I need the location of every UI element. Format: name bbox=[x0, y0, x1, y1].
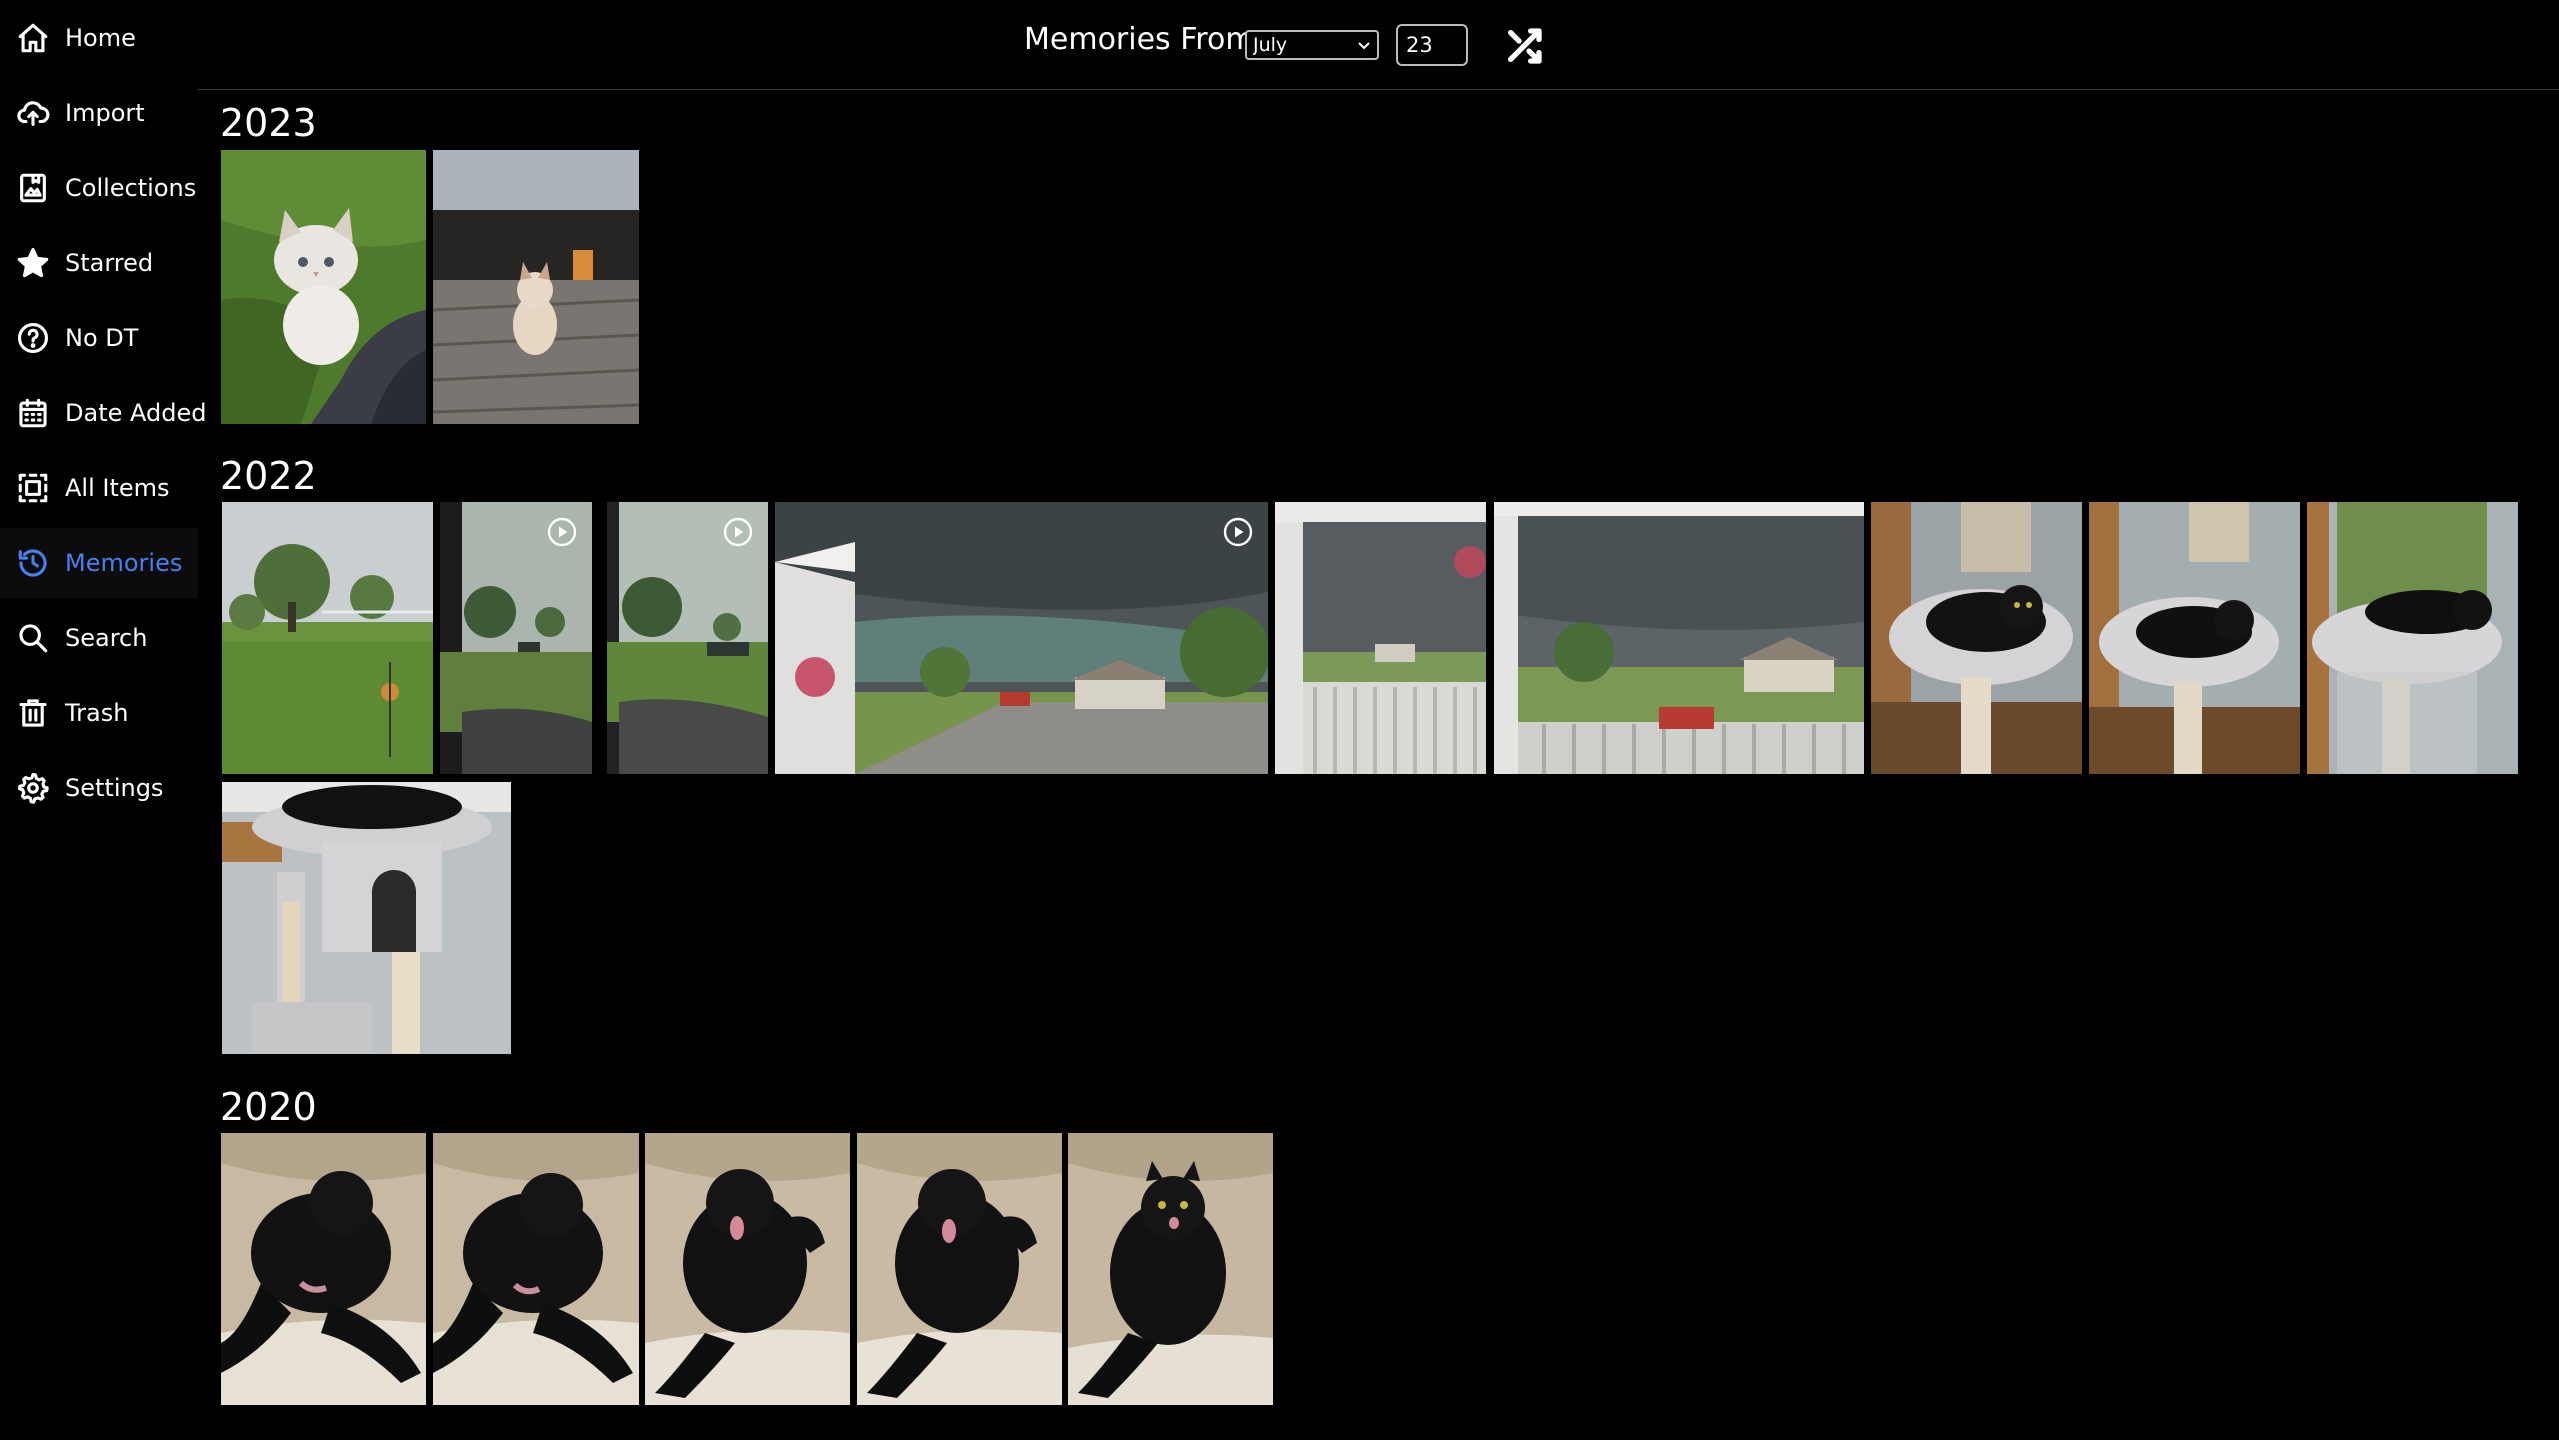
sidebar-item-collections[interactable]: Collections bbox=[0, 153, 198, 223]
sidebar-item-memories[interactable]: Memories bbox=[0, 528, 198, 598]
sidebar-item-starred[interactable]: Starred bbox=[0, 228, 198, 298]
calendar-icon bbox=[16, 396, 50, 430]
photo-thumbnail[interactable] bbox=[433, 1133, 639, 1405]
photo-thumbnail[interactable] bbox=[1871, 502, 2082, 774]
sidebar-item-label: Collections bbox=[65, 174, 197, 202]
sidebar-item-label: Trash bbox=[65, 699, 129, 727]
sidebar-item-label: Starred bbox=[65, 249, 154, 277]
sidebar-item-settings[interactable]: Settings bbox=[0, 753, 198, 823]
album-icon bbox=[16, 171, 50, 205]
sidebar-item-label: Import bbox=[65, 99, 145, 127]
sidebar-item-no-dt[interactable]: No DT bbox=[0, 303, 198, 373]
sidebar-item-date-added[interactable]: Date Added bbox=[0, 378, 206, 448]
photo-thumbnail[interactable] bbox=[221, 1133, 426, 1405]
video-thumbnail[interactable] bbox=[775, 502, 1268, 774]
search-icon bbox=[16, 621, 50, 655]
photo-thumbnail[interactable] bbox=[221, 150, 426, 424]
shuffle-button[interactable] bbox=[1504, 26, 1544, 66]
play-icon bbox=[722, 516, 754, 548]
sidebar-item-label: Settings bbox=[65, 774, 164, 802]
sidebar-item-label: Date Added bbox=[65, 399, 207, 427]
question-circle-icon bbox=[16, 321, 50, 355]
photo-thumbnail[interactable] bbox=[2307, 502, 2518, 774]
photo-thumbnail[interactable] bbox=[857, 1133, 1062, 1405]
history-icon bbox=[16, 546, 50, 580]
play-icon bbox=[1222, 516, 1254, 548]
video-thumbnail[interactable] bbox=[607, 502, 768, 774]
sidebar-item-trash[interactable]: Trash bbox=[0, 678, 198, 748]
sidebar-item-all-items[interactable]: All Items bbox=[0, 453, 198, 523]
trash-icon bbox=[16, 696, 50, 730]
photo-thumbnail[interactable] bbox=[433, 150, 639, 424]
sidebar-item-label: Search bbox=[65, 624, 148, 652]
shuffle-icon bbox=[1508, 28, 1542, 64]
grid-icon bbox=[16, 471, 50, 505]
sidebar-item-label: Home bbox=[65, 24, 136, 52]
day-input[interactable] bbox=[1396, 24, 1468, 66]
month-select[interactable]: July bbox=[1245, 30, 1379, 60]
photo-thumbnail[interactable] bbox=[222, 782, 511, 1054]
sidebar-item-label: No DT bbox=[65, 324, 139, 352]
photo-thumbnail[interactable] bbox=[645, 1133, 850, 1405]
star-icon bbox=[16, 246, 50, 280]
photo-thumbnail[interactable] bbox=[1275, 502, 1486, 774]
header-bar: Memories From July bbox=[198, 0, 2559, 90]
cloud-upload-icon bbox=[16, 96, 50, 130]
photo-thumbnail[interactable] bbox=[1068, 1133, 1273, 1405]
year-heading: 2020 bbox=[220, 1085, 317, 1129]
sidebar-item-import[interactable]: Import bbox=[0, 78, 198, 148]
video-thumbnail[interactable] bbox=[440, 502, 592, 774]
sidebar: Home Import Collections Starred No DT Da… bbox=[0, 0, 206, 1440]
sidebar-item-label: Memories bbox=[65, 549, 183, 577]
photo-thumbnail[interactable] bbox=[222, 502, 433, 774]
sidebar-item-search[interactable]: Search bbox=[0, 603, 198, 673]
year-heading: 2022 bbox=[220, 454, 317, 498]
photo-thumbnail[interactable] bbox=[2089, 502, 2300, 774]
photo-thumbnail[interactable] bbox=[1494, 502, 1864, 774]
home-icon bbox=[16, 21, 50, 55]
play-icon bbox=[546, 516, 578, 548]
sidebar-item-label: All Items bbox=[65, 474, 170, 502]
year-heading: 2023 bbox=[220, 101, 317, 145]
page-title: Memories From bbox=[1024, 22, 1255, 57]
sidebar-item-home[interactable]: Home bbox=[0, 3, 198, 73]
gear-icon bbox=[16, 771, 50, 805]
